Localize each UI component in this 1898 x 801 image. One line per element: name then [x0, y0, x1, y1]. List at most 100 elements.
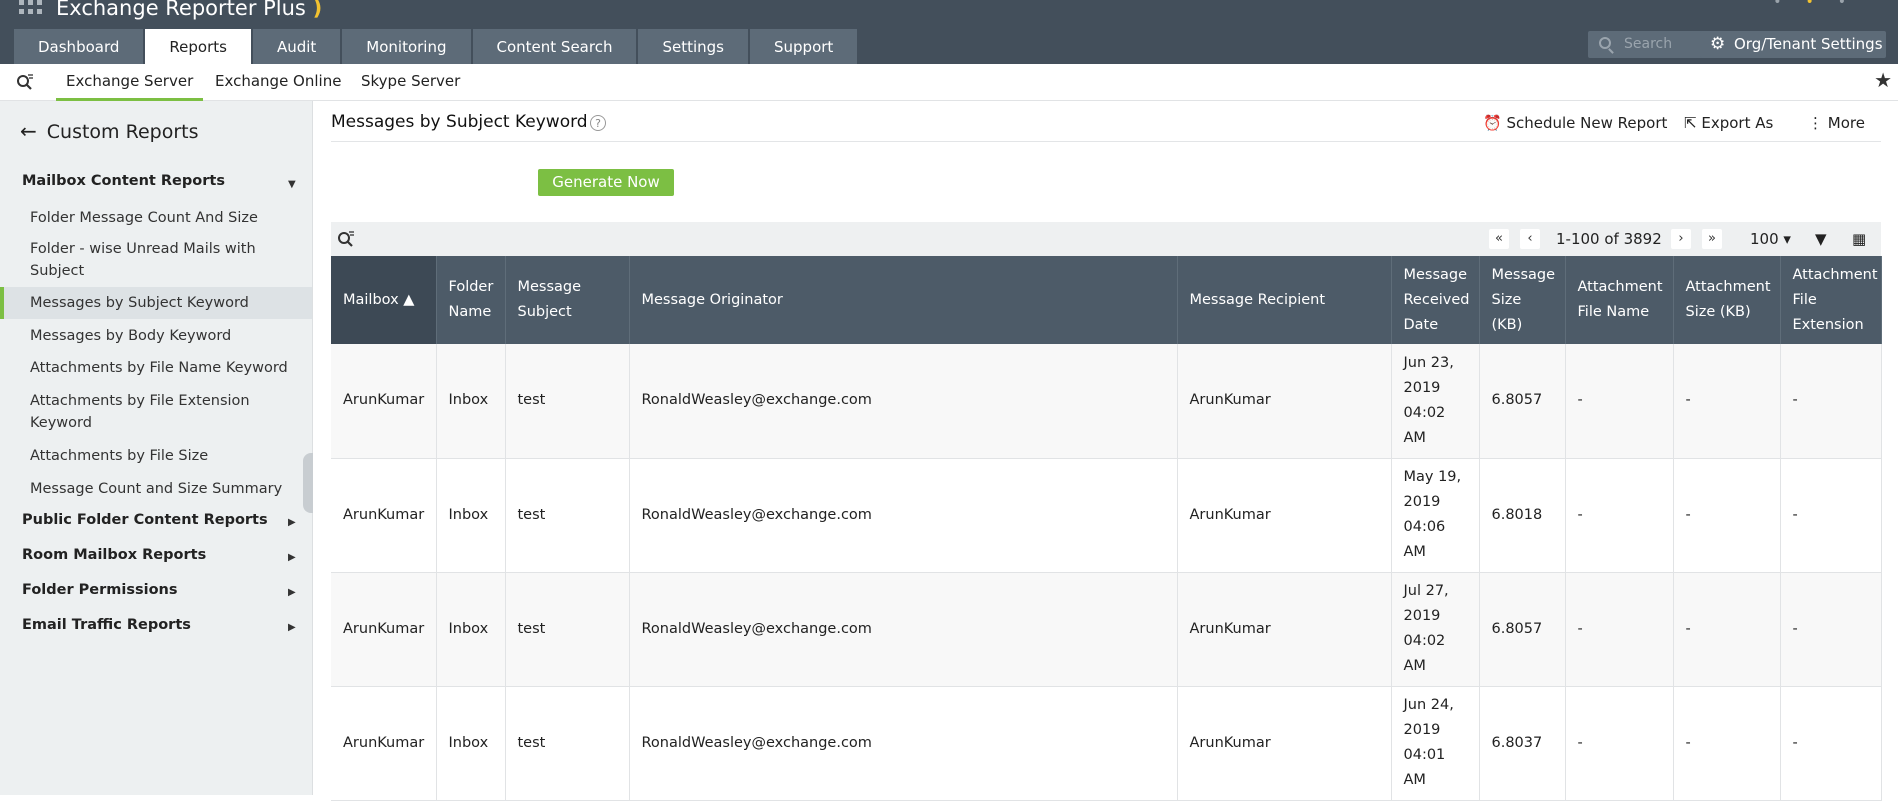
tab-support[interactable]: Support	[750, 29, 858, 64]
category-folder-permissions[interactable]: Folder Permissions	[22, 582, 178, 598]
table-row: ArunKumar Inbox test RonaldWeasley@excha…	[331, 572, 1882, 687]
column-header-message-size[interactable]: Message Size (KB)	[1479, 256, 1566, 344]
help-icon[interactable]: ?	[590, 115, 606, 131]
subtab-skype-server[interactable]: Skype Server	[361, 64, 460, 101]
top-right-icons: •••	[1773, 0, 1870, 10]
user-icon[interactable]: •	[1838, 0, 1870, 10]
chevron-down-icon: ▼	[288, 179, 296, 190]
schedule-new-report-button[interactable]: ⏰ Schedule New Report	[1483, 114, 1667, 132]
chevron-right-icon: ▶	[288, 622, 296, 633]
table-toolbar: « ‹ 1-100 of 3892 › » 100 ▾ ▼ ▦	[331, 222, 1881, 256]
sidebar-item-attachments-by-size[interactable]: Attachments by File Size	[30, 445, 300, 467]
tab-dashboard[interactable]: Dashboard	[14, 29, 144, 64]
cell-attachment-extension: -	[1780, 344, 1882, 459]
favorite-star-icon[interactable]: ★	[1874, 68, 1892, 92]
tab-monitoring[interactable]: Monitoring	[342, 29, 471, 64]
table-search-icon[interactable]	[337, 230, 355, 248]
prev-page-icon[interactable]: ‹	[1520, 229, 1540, 249]
cell-message-originator: RonaldWeasley@exchange.com	[629, 344, 1178, 459]
tab-reports[interactable]: Reports	[145, 29, 251, 64]
cell-received-date: Jun 24, 2019 04:01 AM	[1391, 686, 1480, 801]
cell-mailbox: ArunKumar	[331, 344, 437, 459]
column-header-folder-name[interactable]: Folder Name	[436, 256, 506, 344]
last-page-icon[interactable]: »	[1702, 229, 1722, 249]
cell-message-subject: test	[505, 344, 630, 459]
column-header-attachment-extension[interactable]: Attachment File Extension	[1780, 256, 1882, 344]
cell-message-recipient: ArunKumar	[1177, 572, 1392, 687]
tab-settings[interactable]: Settings	[638, 29, 748, 64]
category-public-folder-content[interactable]: Public Folder Content Reports	[22, 512, 268, 528]
sidebar-item-attachments-by-extension[interactable]: Attachments by File Extension Keyword	[30, 390, 300, 434]
header-divider	[331, 141, 1881, 142]
chevron-right-icon: ▶	[288, 517, 296, 528]
cell-message-originator: RonaldWeasley@exchange.com	[629, 458, 1178, 573]
logo-moon-icon: )	[312, 0, 323, 20]
next-page-icon[interactable]: ›	[1671, 229, 1691, 249]
top-tabs: Dashboard Reports Audit Monitoring Conte…	[14, 29, 859, 64]
cell-message-originator: RonaldWeasley@exchange.com	[629, 572, 1178, 687]
chevron-right-icon: ▶	[288, 587, 296, 598]
column-header-received-date[interactable]: Message Received Date	[1391, 256, 1480, 344]
app-grid-icon[interactable]	[19, 0, 43, 20]
subtab-exchange-server[interactable]: Exchange Server	[56, 64, 204, 101]
sort-ascending-icon: ▲	[403, 291, 415, 308]
cell-message-recipient: ArunKumar	[1177, 686, 1392, 801]
report-table: Mailbox ▲ Folder Name Message Subject Me…	[331, 256, 1882, 801]
report-title: Messages by Subject Keyword	[331, 112, 588, 132]
cell-message-size: 6.8057	[1479, 572, 1566, 687]
cell-attachment-file-name: -	[1565, 344, 1674, 459]
cell-message-originator: RonaldWeasley@exchange.com	[629, 686, 1178, 801]
sub-navigation: Exchange Server Exchange Online Skype Se…	[0, 64, 1898, 101]
sidebar-item-attachments-by-file-name[interactable]: Attachments by File Name Keyword	[30, 357, 300, 379]
category-room-mailbox[interactable]: Room Mailbox Reports	[22, 547, 206, 563]
cell-attachment-file-name: -	[1565, 458, 1674, 573]
export-icon: ⇱	[1684, 114, 1697, 132]
cell-attachment-extension: -	[1780, 686, 1882, 801]
sidebar-item-messages-by-subject[interactable]: Messages by Subject Keyword	[0, 287, 312, 319]
cell-attachment-extension: -	[1780, 572, 1882, 687]
subtab-exchange-online[interactable]: Exchange Online	[215, 64, 341, 101]
alarm-clock-icon: ⏰	[1483, 114, 1502, 132]
table-row: ArunKumar Inbox test RonaldWeasley@excha…	[331, 686, 1882, 801]
cell-folder-name: Inbox	[436, 572, 506, 687]
search-icon	[1599, 37, 1611, 49]
global-search-input[interactable]: Search	[1588, 31, 1703, 58]
generate-now-button[interactable]: Generate Now	[538, 169, 674, 196]
info-icon[interactable]: •	[1773, 0, 1805, 10]
back-to-custom-reports[interactable]: ← Custom Reports	[20, 119, 198, 143]
column-chooser-icon[interactable]: ▦	[1852, 229, 1866, 249]
more-button[interactable]: ⋮ More	[1808, 114, 1865, 132]
cell-folder-name: Inbox	[436, 344, 506, 459]
cell-message-subject: test	[505, 686, 630, 801]
cell-message-size: 6.8037	[1479, 686, 1566, 801]
tab-audit[interactable]: Audit	[252, 29, 341, 64]
column-header-attachment-file-name[interactable]: Attachment File Name	[1565, 256, 1674, 344]
column-header-attachment-size[interactable]: Attachment Size (KB)	[1673, 256, 1781, 344]
page-size-select[interactable]: 100 ▾	[1750, 229, 1791, 249]
table-row: ArunKumar Inbox test RonaldWeasley@excha…	[331, 458, 1882, 573]
category-email-traffic[interactable]: Email Traffic Reports	[22, 617, 191, 633]
filter-icon[interactable]: ▼	[1815, 229, 1827, 249]
report-search-icon[interactable]	[16, 73, 34, 91]
sidebar-item-message-count-summary[interactable]: Message Count and Size Summary	[30, 478, 300, 500]
sidebar-item-folder-message-count[interactable]: Folder Message Count And Size	[30, 207, 300, 229]
export-as-button[interactable]: ⇱ Export As	[1684, 114, 1773, 132]
column-header-message-originator[interactable]: Message Originator	[629, 256, 1178, 344]
tab-content-search[interactable]: Content Search	[472, 29, 637, 64]
cell-attachment-size: -	[1673, 344, 1781, 459]
sidebar-item-folder-wise-unread[interactable]: Folder - wise Unread Mails with Subject	[30, 238, 300, 282]
cell-attachment-size: -	[1673, 572, 1781, 687]
sidebar-item-messages-by-body[interactable]: Messages by Body Keyword	[30, 325, 300, 347]
category-mailbox-content-reports[interactable]: Mailbox Content Reports	[22, 173, 225, 189]
column-header-message-subject[interactable]: Message Subject	[505, 256, 630, 344]
back-arrow-icon: ←	[20, 119, 37, 143]
sidebar-collapse-handle[interactable]	[303, 453, 313, 513]
column-header-mailbox[interactable]: Mailbox ▲	[331, 256, 437, 344]
cell-attachment-size: -	[1673, 458, 1781, 573]
column-header-message-recipient[interactable]: Message Recipient	[1177, 256, 1392, 344]
sidebar: ← Custom Reports Mailbox Content Reports …	[0, 101, 313, 795]
cell-message-size: 6.8018	[1479, 458, 1566, 573]
first-page-icon[interactable]: «	[1489, 229, 1509, 249]
org-tenant-settings-button[interactable]: ⚙ Org/Tenant Settings	[1700, 31, 1886, 58]
bell-icon[interactable]: •	[1805, 0, 1837, 10]
